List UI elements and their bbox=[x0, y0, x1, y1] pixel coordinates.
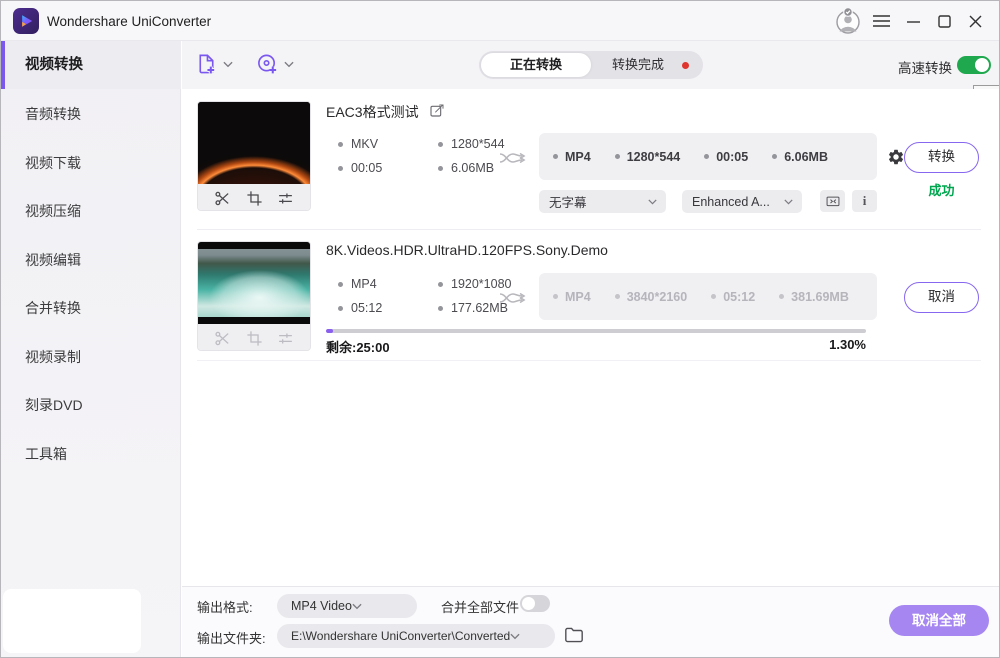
sidebar-bottom-panel bbox=[3, 589, 141, 653]
merge-all-toggle[interactable] bbox=[520, 595, 550, 612]
subtitle-dropdown[interactable]: 无字幕 bbox=[539, 190, 666, 213]
effects-icon[interactable] bbox=[277, 190, 294, 207]
task2-thumbnail bbox=[197, 241, 311, 351]
sidebar-item-video-edit[interactable]: 视频编辑 bbox=[1, 236, 181, 284]
progress-fill bbox=[326, 329, 333, 333]
task2-source-duration: 05:12 bbox=[338, 301, 382, 315]
convert-arrow-icon bbox=[498, 148, 526, 168]
open-folder-icon[interactable] bbox=[564, 626, 584, 644]
subtitle-position-button[interactable] bbox=[820, 190, 845, 212]
fast-convert-label: 高速转换 bbox=[898, 57, 952, 77]
sidebar: 视频转换 音频转换 视频下载 视频压缩 视频编辑 合并转换 视频录制 刻录DVD… bbox=[1, 41, 181, 658]
sidebar-item-toolbox[interactable]: 工具箱 bbox=[1, 430, 181, 478]
task2-output-size: 381.69MB bbox=[779, 290, 849, 304]
sidebar-item-burn-dvd[interactable]: 刻录DVD bbox=[1, 381, 181, 429]
sidebar-item-video-download[interactable]: 视频下载 bbox=[1, 139, 181, 187]
chevron-down-icon bbox=[510, 633, 520, 640]
tab-finished[interactable]: 转换完成 bbox=[595, 51, 681, 79]
task-list: EAC3格式测试 MKV 1280*544 00:05 6.06MB MP4 1… bbox=[182, 89, 1000, 586]
task2-output-duration: 05:12 bbox=[711, 290, 755, 304]
chevron-down-icon bbox=[784, 199, 793, 205]
app-logo-icon bbox=[13, 8, 39, 34]
notification-dot bbox=[682, 62, 689, 69]
convert-arrow-icon bbox=[498, 288, 526, 308]
add-disc-icon bbox=[256, 52, 279, 76]
task1-thumbnail bbox=[197, 101, 311, 211]
sidebar-item-merge-convert[interactable]: 合并转换 bbox=[1, 284, 181, 332]
output-folder-label: 输出文件夹: bbox=[197, 628, 266, 647]
merge-all-label: 合并全部文件 bbox=[441, 597, 519, 616]
info-button[interactable]: i bbox=[852, 190, 877, 212]
sidebar-item-screen-record[interactable]: 视频录制 bbox=[1, 333, 181, 381]
task1-source-size: 6.06MB bbox=[438, 161, 494, 175]
chevron-down-icon bbox=[352, 603, 362, 610]
bottom-bar: 输出格式: MP4 Video 合并全部文件 输出文件夹: E:\Wonders… bbox=[182, 586, 1000, 658]
sidebar-item-video-compress[interactable]: 视频压缩 bbox=[1, 187, 181, 235]
menu-icon[interactable] bbox=[872, 13, 890, 29]
cancel-button[interactable]: 取消 bbox=[904, 282, 979, 313]
chevron-down-icon bbox=[648, 199, 657, 205]
task1-source-duration: 00:05 bbox=[338, 161, 382, 175]
task1-source-resolution: 1280*544 bbox=[438, 137, 505, 151]
output-format-dropdown[interactable]: MP4 Video bbox=[277, 594, 417, 618]
task2-source-format: MP4 bbox=[338, 277, 377, 291]
task2-output-settings: MP4 3840*2160 05:12 381.69MB bbox=[539, 273, 877, 320]
sidebar-item-audio-convert[interactable]: 音频转换 bbox=[1, 90, 181, 138]
task1-title: EAC3格式测试 bbox=[326, 102, 419, 122]
minimize-icon[interactable] bbox=[906, 13, 921, 29]
task2-output-resolution: 3840*2160 bbox=[615, 290, 687, 304]
output-folder-dropdown[interactable]: E:\Wondershare UniConverter\Converted bbox=[277, 624, 555, 648]
task1-source-format: MKV bbox=[338, 137, 378, 151]
task1-thumbnail-image bbox=[198, 102, 310, 184]
app-title: Wondershare UniConverter bbox=[47, 14, 211, 29]
toolbar: 正在转换 转换完成 高速转换 bbox=[182, 41, 1000, 89]
task1-output-resolution: 1280*544 bbox=[615, 150, 681, 164]
convert-button[interactable]: 转换 bbox=[904, 142, 979, 173]
trim-icon bbox=[214, 330, 231, 347]
audio-track-dropdown[interactable]: Enhanced A... bbox=[682, 190, 802, 213]
task1-output-duration: 00:05 bbox=[704, 150, 748, 164]
task2-thumbnail-image bbox=[198, 242, 310, 324]
chevron-down-icon bbox=[284, 61, 294, 68]
maximize-icon[interactable] bbox=[937, 13, 952, 29]
subtitle-position-icon bbox=[825, 194, 841, 209]
trim-icon[interactable] bbox=[214, 190, 231, 207]
tab-converting[interactable]: 正在转换 bbox=[481, 53, 591, 77]
sidebar-item-video-convert[interactable]: 视频转换 bbox=[1, 41, 181, 89]
uniconverter-window: Wondershare UniConverter 视频转换 bbox=[0, 0, 1000, 658]
task1-output-settings: MP4 1280*544 00:05 6.06MB bbox=[539, 133, 877, 180]
cancel-all-button[interactable]: 取消全部 bbox=[889, 605, 989, 636]
crop-icon[interactable] bbox=[246, 190, 263, 207]
task1-output-size: 6.06MB bbox=[772, 150, 828, 164]
progress-bar bbox=[326, 329, 866, 333]
close-icon[interactable] bbox=[967, 13, 983, 29]
load-dvd-button[interactable] bbox=[256, 52, 294, 76]
info-icon: i bbox=[863, 193, 867, 209]
time-remaining: 剩余:25:00 bbox=[326, 337, 390, 356]
task1-output-format: MP4 bbox=[553, 150, 591, 164]
output-format-label: 输出格式: bbox=[197, 597, 253, 616]
fast-convert-toggle[interactable] bbox=[957, 56, 991, 74]
chevron-down-icon bbox=[223, 61, 233, 68]
task2-title: 8K.Videos.HDR.UltraHD.120FPS.Sony.Demo bbox=[326, 242, 608, 258]
add-files-button[interactable] bbox=[195, 52, 233, 76]
title-bar: Wondershare UniConverter bbox=[1, 1, 1000, 41]
settings-gear-icon[interactable] bbox=[887, 148, 905, 166]
convert-tabs: 正在转换 转换完成 bbox=[479, 51, 703, 79]
task2-output-format: MP4 bbox=[553, 290, 591, 304]
task1-status: 成功 bbox=[904, 180, 979, 199]
effects-icon bbox=[277, 330, 294, 347]
account-avatar-icon[interactable] bbox=[834, 7, 862, 35]
progress-percent: 1.30% bbox=[806, 337, 866, 352]
crop-icon bbox=[246, 330, 263, 347]
rename-icon[interactable] bbox=[429, 103, 445, 119]
add-file-icon bbox=[195, 52, 218, 76]
